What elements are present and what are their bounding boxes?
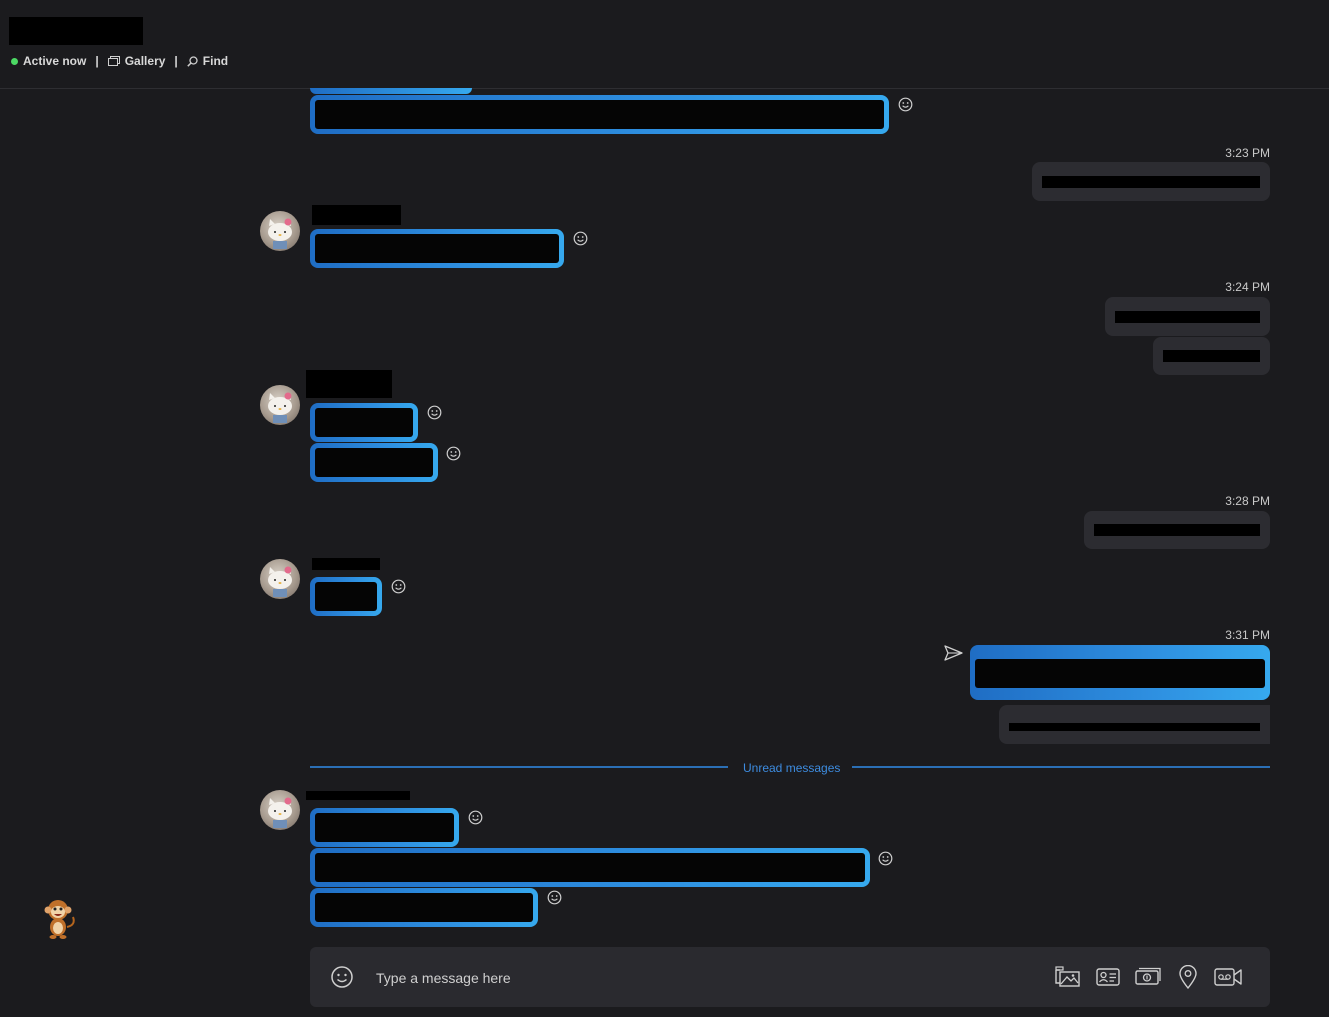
message-text-redacted [315, 893, 533, 922]
hello-kitty-avatar-icon [268, 797, 292, 828]
message-text-redacted [315, 100, 884, 129]
message-text-redacted [315, 408, 413, 437]
message-text-redacted [315, 853, 865, 882]
outgoing-message-bubble-selected[interactable] [970, 645, 1270, 700]
sender-name-redacted [312, 205, 401, 225]
incoming-message-bubble[interactable] [310, 443, 438, 482]
message-timestamp: 3:24 PM [1225, 280, 1270, 294]
sent-icon [944, 645, 963, 661]
incoming-message-bubble[interactable] [310, 888, 538, 927]
incoming-message-bubble[interactable] [310, 95, 889, 134]
message-bubble-partial[interactable] [310, 88, 472, 94]
sender-avatar[interactable] [260, 385, 300, 425]
emoji-button[interactable] [328, 963, 356, 991]
unread-divider-line-left [310, 766, 728, 768]
sender-avatar[interactable] [260, 790, 300, 830]
emoji-reaction-icon[interactable] [427, 405, 442, 420]
send-location-button[interactable] [1174, 963, 1202, 991]
message-text-redacted [315, 582, 377, 611]
sender-avatar[interactable] [260, 211, 300, 251]
message-text-redacted [1009, 722, 1260, 731]
emoji-reaction-icon[interactable] [878, 851, 893, 866]
video-message-button[interactable] [1214, 963, 1242, 991]
message-text-redacted [1163, 350, 1260, 362]
emoji-reaction-icon[interactable] [468, 810, 483, 825]
incoming-message-bubble[interactable] [310, 808, 459, 847]
header-separator: | [95, 54, 99, 68]
emoji-reaction-icon[interactable] [898, 97, 913, 112]
money-icon [1135, 967, 1161, 985]
message-text-redacted [315, 448, 433, 477]
send-image-button[interactable] [1054, 963, 1082, 991]
send-money-button[interactable] [1134, 963, 1162, 991]
unread-messages-label: Unread messages [743, 761, 841, 775]
hello-kitty-avatar-icon [268, 218, 292, 249]
emoji-icon [331, 966, 353, 988]
find-link[interactable]: Find [187, 54, 228, 68]
outgoing-message-bubble[interactable] [999, 705, 1270, 744]
outgoing-message-bubble[interactable] [1032, 162, 1270, 201]
outgoing-message-bubble[interactable] [1153, 337, 1270, 375]
emoji-reaction-icon[interactable] [547, 890, 562, 905]
sender-name-redacted [306, 370, 392, 398]
message-timestamp: 3:23 PM [1225, 146, 1270, 160]
location-pin-icon [1179, 965, 1197, 989]
image-icon [1055, 966, 1080, 987]
message-text-redacted [315, 234, 559, 263]
emoji-reaction-icon[interactable] [446, 446, 461, 461]
hello-kitty-avatar-icon [268, 566, 292, 597]
incoming-message-bubble[interactable] [310, 403, 418, 442]
message-composer [310, 947, 1270, 1007]
message-text-redacted [1042, 175, 1260, 188]
incoming-message-bubble[interactable] [310, 577, 382, 616]
gallery-icon [107, 56, 120, 66]
send-contact-button[interactable] [1094, 963, 1122, 991]
incoming-message-bubble[interactable] [310, 848, 870, 887]
incoming-message-bubble[interactable] [310, 229, 564, 268]
find-label: Find [202, 54, 229, 68]
sender-name-redacted [306, 791, 410, 800]
message-text-redacted [1094, 524, 1260, 536]
outgoing-message-bubble[interactable] [1084, 511, 1270, 549]
emoji-reaction-icon[interactable] [391, 579, 406, 594]
header-status-row: Active now | Gallery | Find [11, 53, 228, 69]
sender-avatar[interactable] [260, 559, 300, 599]
gallery-label: Gallery [124, 54, 166, 68]
online-status-dot [11, 57, 18, 65]
contact-name-redacted[interactable] [9, 17, 143, 45]
message-timestamp: 3:31 PM [1225, 628, 1270, 642]
search-icon [187, 55, 198, 67]
unread-divider-line-right [852, 766, 1270, 768]
message-input[interactable] [374, 965, 978, 991]
header-separator: | [174, 54, 178, 68]
video-message-icon [1214, 968, 1242, 986]
active-status-label: Active now [23, 54, 87, 68]
message-timestamp: 3:28 PM [1225, 494, 1270, 508]
emoji-reaction-icon[interactable] [573, 231, 588, 246]
gallery-link[interactable]: Gallery [107, 54, 166, 68]
outgoing-message-bubble[interactable] [1105, 297, 1270, 336]
message-text-redacted [315, 813, 454, 842]
hello-kitty-avatar-icon [268, 392, 292, 423]
message-text-redacted [975, 659, 1265, 688]
message-text-redacted [1115, 310, 1260, 323]
chat-header: Active now | Gallery | Find [0, 0, 1329, 89]
contact-card-icon [1096, 968, 1120, 986]
monkey-icon[interactable] [41, 897, 77, 939]
sender-name-redacted [312, 558, 380, 570]
